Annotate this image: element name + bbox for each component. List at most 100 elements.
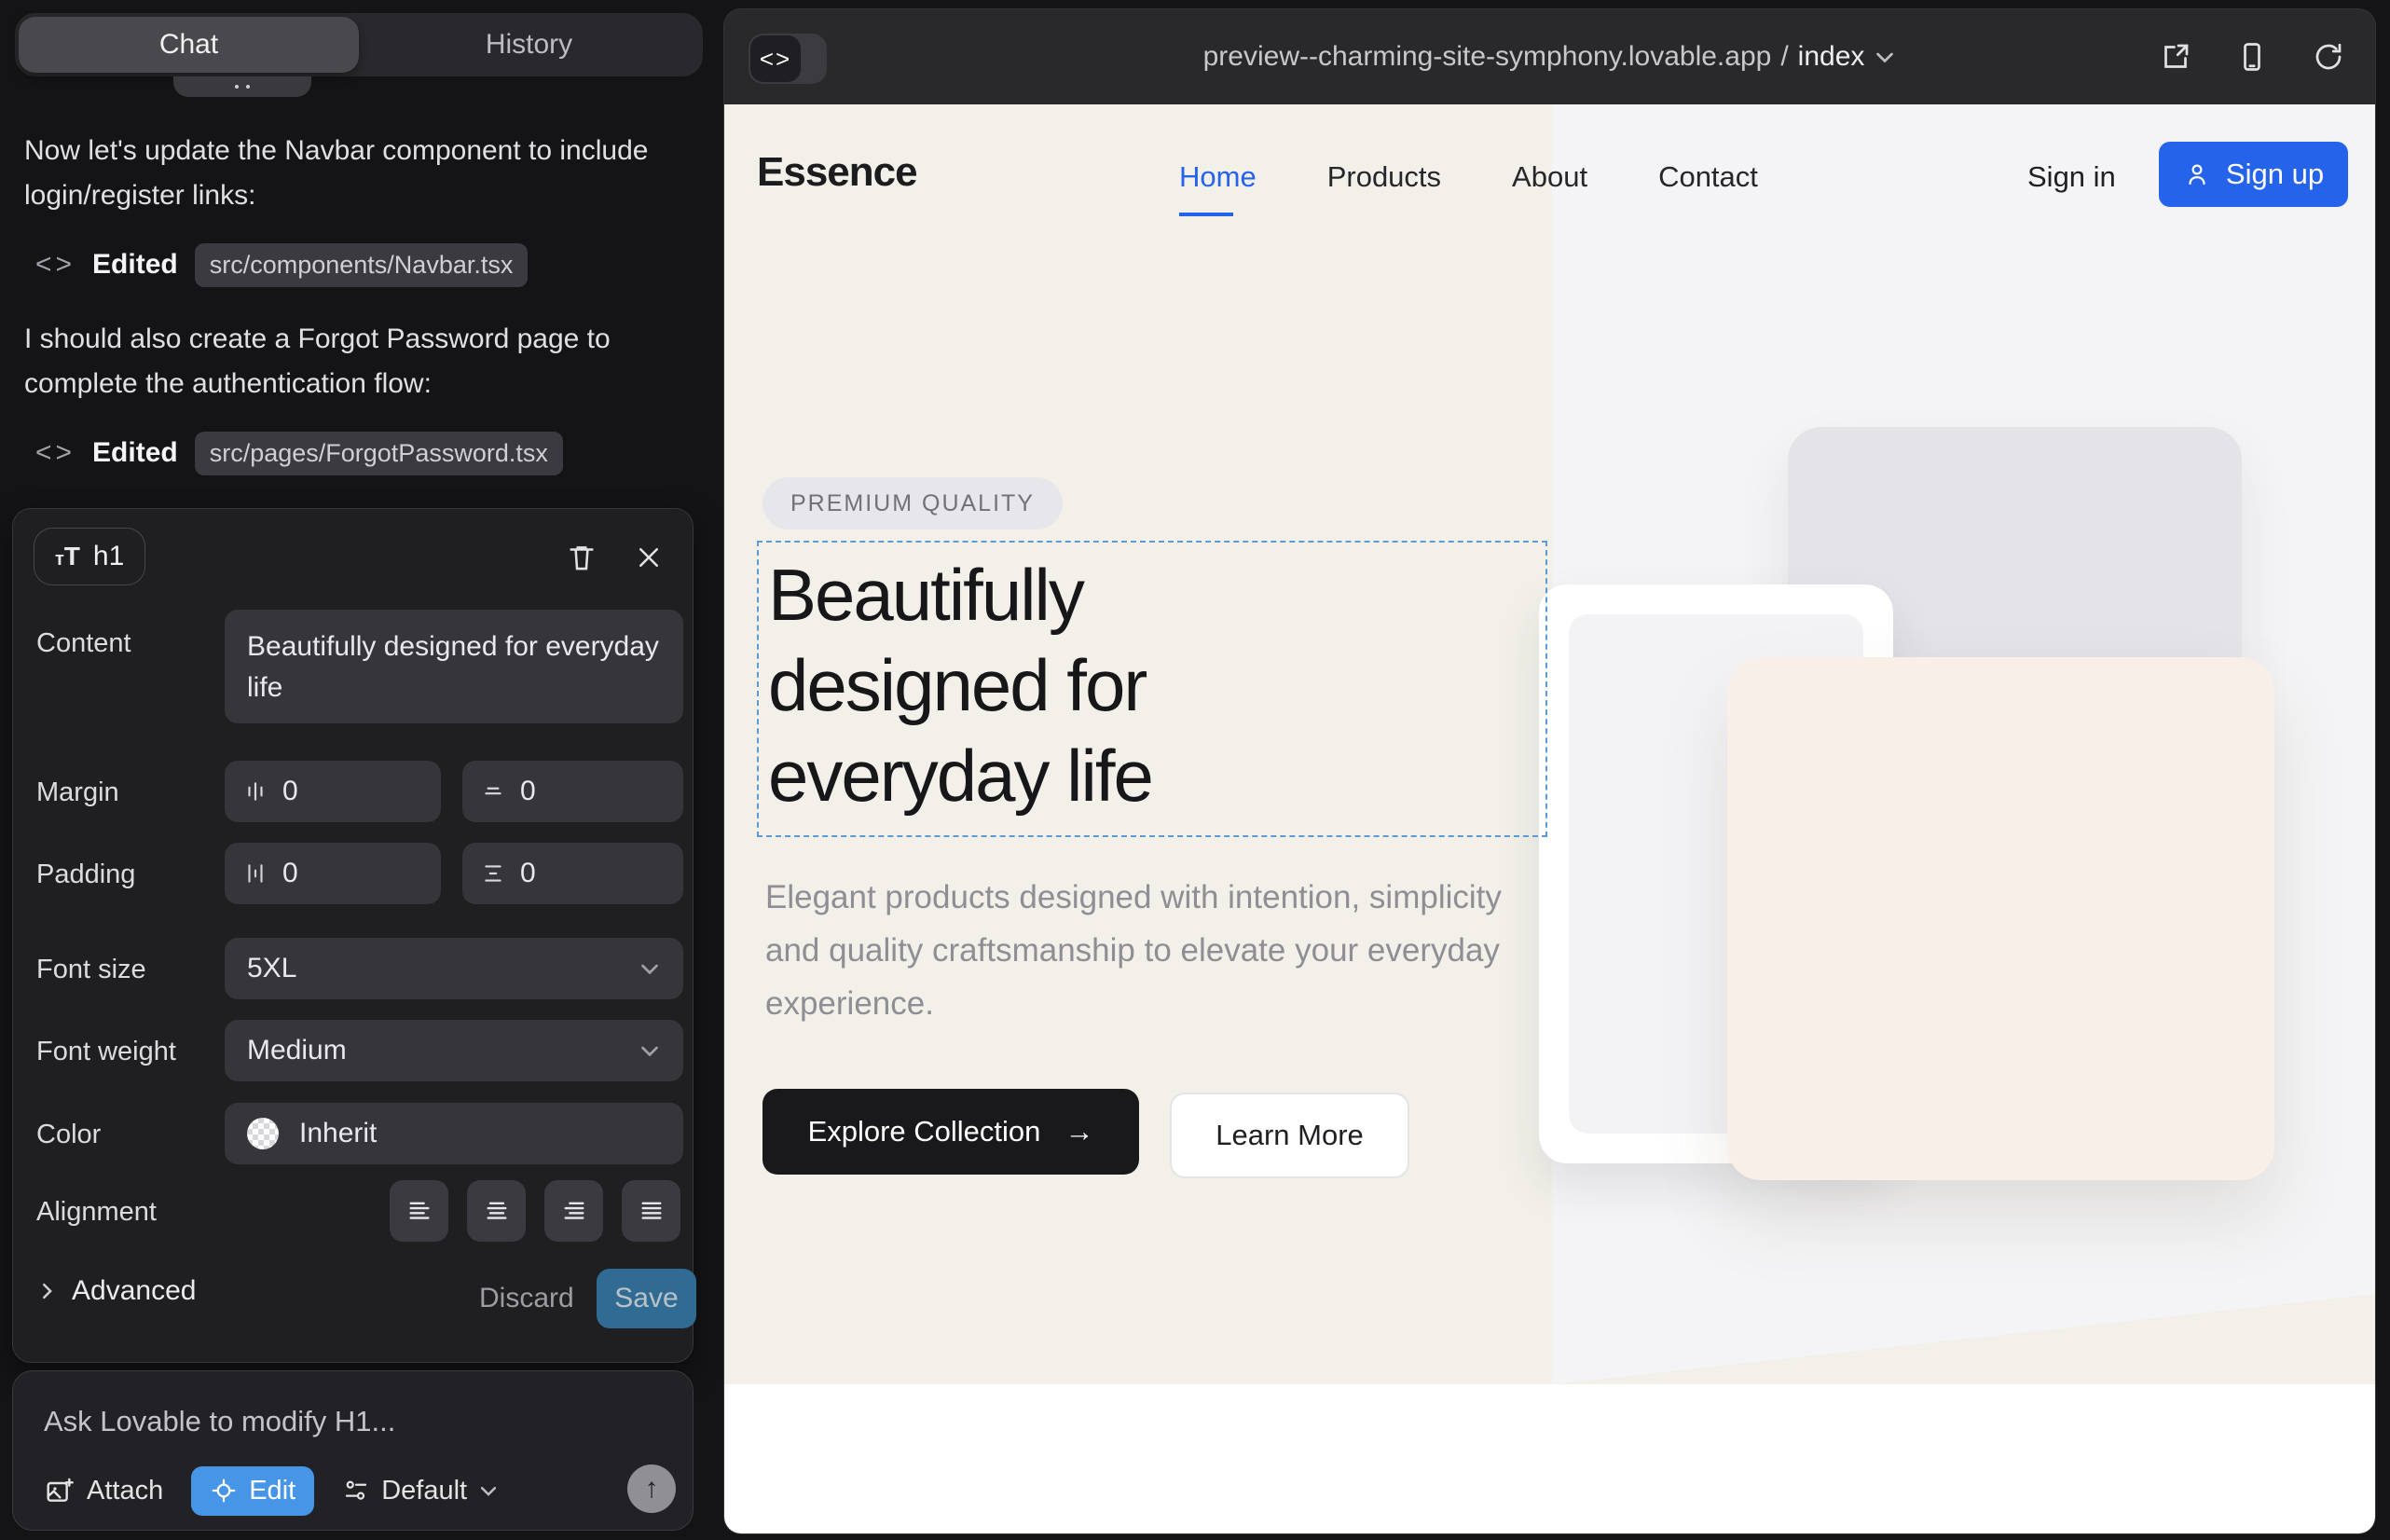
chevron-down-icon [639,957,661,980]
browser-actions [2153,9,2351,104]
align-right-icon [561,1198,587,1224]
edit-mode-button[interactable]: Edit [191,1466,314,1516]
edited-label: Edited [92,437,178,469]
padding-x-input[interactable]: 0 [225,843,441,904]
lovable-app: Chat History Now let's update the Navbar… [0,0,2390,1540]
page-name: index [1798,41,1865,73]
chevron-right-icon [36,1281,57,1301]
target-icon [210,1477,238,1505]
edited-file-row[interactable]: <> Edited src/components/Navbar.tsx [35,241,528,289]
edited-label: Edited [92,249,178,281]
hero-heading[interactable]: Beautifully designed for everyday life [768,550,1152,821]
advanced-toggle[interactable]: Advanced [36,1275,196,1307]
padding-vertical-icon [481,861,505,886]
composer-input[interactable]: Ask Lovable to modify H1... [44,1405,650,1438]
align-center-button[interactable] [467,1180,526,1242]
preview-url: preview--charming-site-symphony.lovable.… [1203,41,1772,73]
alignment-label: Alignment [36,1197,157,1228]
padding-horizontal-icon [243,861,268,886]
site-viewport: Essence Home Products About Contact Sign… [724,104,2375,1533]
hero-paragraph: Elegant products designed with intention… [765,871,1530,1030]
sign-up-button[interactable]: Sign up [2159,142,2348,207]
chevron-down-icon [1874,46,1896,68]
phone-icon [2235,40,2269,74]
mobile-view-button[interactable] [2230,34,2274,79]
font-weight-select[interactable]: Medium [225,1020,683,1081]
font-size-select[interactable]: 5XL [225,938,683,999]
align-justify-icon [639,1198,665,1224]
url-bar[interactable]: preview--charming-site-symphony.lovable.… [724,9,2375,104]
close-icon [635,543,663,571]
sign-in-link[interactable]: Sign in [2027,160,2116,194]
model-default-button[interactable]: Default [342,1476,499,1506]
chat-message: I should also create a Forgot Password p… [24,317,686,406]
padding-label: Padding [36,859,135,890]
content-label: Content [36,628,131,659]
color-select[interactable]: Inherit [225,1103,683,1164]
save-button[interactable]: Save [597,1269,696,1328]
color-swatch [247,1118,279,1149]
align-left-button[interactable] [390,1180,448,1242]
delete-element-button[interactable] [561,537,602,578]
preview-frame: <> preview--charming-site-symphony.lovab… [724,9,2375,1533]
align-right-button[interactable] [544,1180,603,1242]
nav-about[interactable]: About [1512,160,1587,194]
hero-badge: PREMIUM QUALITY [762,477,1063,529]
refresh-button[interactable] [2306,34,2351,79]
tab-chat[interactable]: Chat [19,17,359,73]
chat-message: Now let's update the Navbar component to… [24,129,686,218]
chat-sidebar: Chat History Now let's update the Navbar… [0,0,724,1540]
explore-collection-button[interactable]: Explore Collection → [762,1089,1139,1175]
font-weight-label: Font weight [36,1037,176,1067]
nav-products[interactable]: Products [1327,160,1441,194]
trash-icon [566,542,598,573]
composer-toolbar: Attach Edit Default [44,1464,678,1517]
margin-y-input[interactable]: 0 [462,761,683,822]
file-chip[interactable]: src/pages/ForgotPassword.tsx [195,432,563,475]
attach-image-icon [44,1476,74,1506]
code-icon: <> [35,249,76,281]
code-icon: <> [35,437,76,469]
close-panel-button[interactable] [628,537,669,578]
edited-file-row[interactable]: <> Edited src/pages/ForgotPassword.tsx [35,429,563,477]
element-tag: h1 [93,541,124,572]
chevron-down-icon [478,1480,499,1501]
file-chip[interactable]: src/components/Navbar.tsx [195,243,529,287]
nav-home[interactable]: Home [1179,160,1257,194]
element-tag-pill: ᴛT h1 [34,528,145,585]
align-left-icon [406,1198,433,1224]
padding-y-input[interactable]: 0 [462,843,683,904]
site-nav: Home Products About Contact [1179,160,1758,194]
margin-vertical-icon [481,779,505,804]
learn-more-button[interactable]: Learn More [1170,1093,1409,1178]
typography-icon: ᴛT [55,542,80,571]
chevron-down-icon [639,1039,661,1062]
browser-toolbar: <> preview--charming-site-symphony.lovab… [724,9,2375,104]
align-justify-button[interactable] [622,1180,680,1242]
arrow-up-icon: ↑ [645,1473,659,1505]
arrow-right-icon: → [1065,1115,1093,1148]
tab-history[interactable]: History [359,17,699,73]
open-external-button[interactable] [2153,34,2198,79]
nav-contact[interactable]: Contact [1658,160,1758,194]
color-label: Color [36,1120,101,1150]
attach-button[interactable]: Attach [44,1476,163,1506]
element-editor-panel: ᴛT h1 Content Beautifully designed for e… [12,508,694,1363]
font-size-label: Font size [36,955,146,985]
decor-card-cream [1727,657,2274,1180]
margin-x-input[interactable]: 0 [225,761,441,822]
external-link-icon [2159,40,2192,74]
nav-active-underline [1179,213,1233,216]
margin-label: Margin [36,777,119,808]
chat-composer: Ask Lovable to modify H1... Attach [12,1370,694,1531]
margin-horizontal-icon [243,779,268,804]
send-button[interactable]: ↑ [627,1464,676,1513]
content-input[interactable]: Beautifully designed for everyday life [225,610,683,723]
refresh-icon [2312,40,2345,74]
align-center-icon [484,1198,510,1224]
discard-button[interactable]: Discard [479,1283,574,1314]
site-logo[interactable]: Essence [757,149,917,196]
sidebar-tabs: Chat History [15,13,703,76]
sliders-icon [342,1477,370,1505]
user-icon [2183,160,2211,188]
